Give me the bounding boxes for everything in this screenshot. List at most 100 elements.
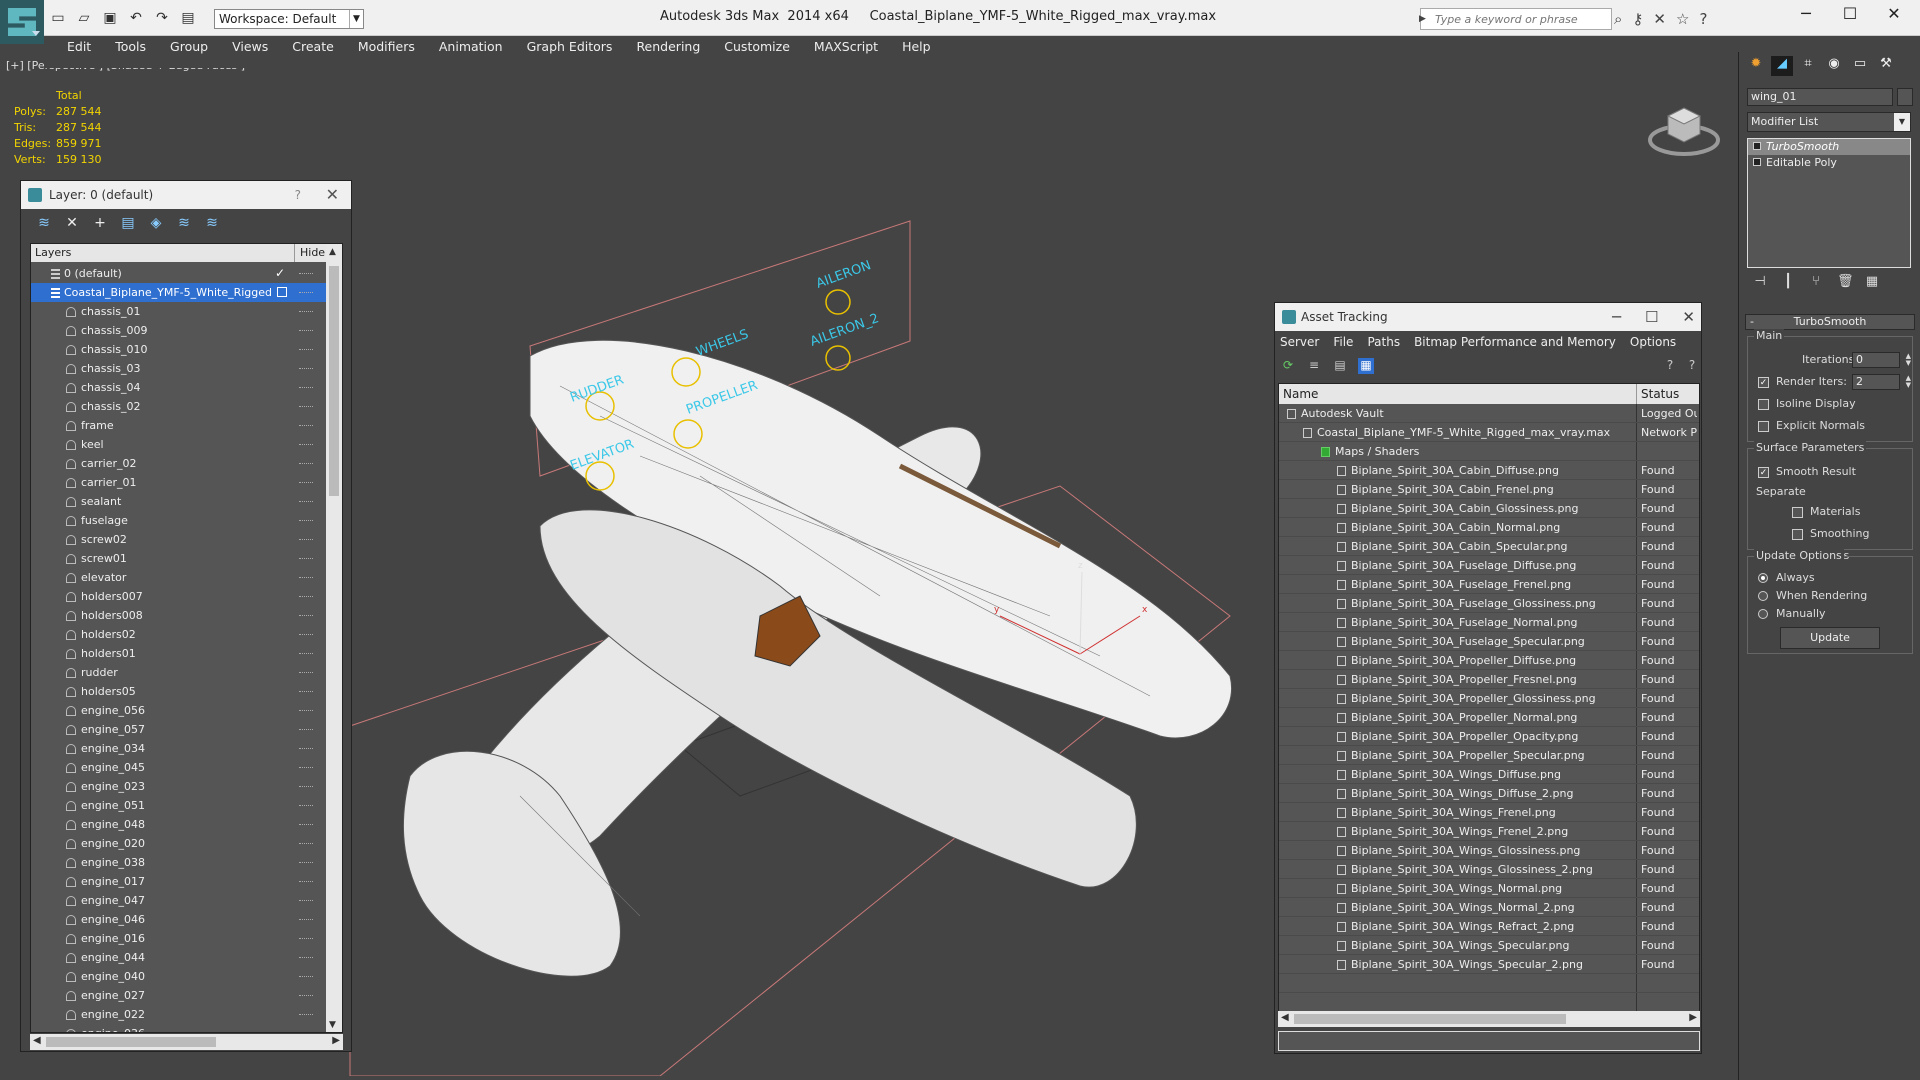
asset-row[interactable]: Biplane_Spirit_30A_Fuselage_Diffuse.png F…	[1279, 556, 1699, 575]
project-folder-icon[interactable]: ▤	[178, 8, 198, 28]
column-header-name[interactable]: Name	[1279, 384, 1637, 404]
asset-row[interactable]: Biplane_Spirit_30A_Wings_Diffuse_2.png Fo…	[1279, 784, 1699, 803]
hide-toggle[interactable]	[299, 349, 313, 350]
utilities-tab-icon[interactable]: ⚒	[1875, 56, 1897, 76]
manually-radio[interactable]	[1758, 609, 1768, 619]
hide-toggle[interactable]	[299, 482, 313, 483]
asset-row[interactable]: Biplane_Spirit_30A_Cabin_Frenel.png Found	[1279, 480, 1699, 499]
menu-customize[interactable]: Customize	[712, 36, 802, 68]
asset-horizontal-scrollbar[interactable]: ◀ ▶	[1278, 1011, 1700, 1027]
binoculars-icon[interactable]: ⌕	[1614, 10, 1622, 28]
render-iters-checkbox[interactable]: ✓	[1758, 377, 1769, 388]
configure-sets-icon[interactable]: ▦	[1865, 274, 1879, 298]
hide-toggle[interactable]	[299, 273, 313, 274]
layer-row[interactable]: chassis_010	[31, 340, 327, 359]
app-menu-button[interactable]	[0, 0, 44, 44]
asset-row[interactable]: Coastal_Biplane_YMF-5_White_Rigged_max_v…	[1279, 423, 1699, 442]
asset-row[interactable]: Biplane_Spirit_30A_Wings_Frenel.png Found	[1279, 803, 1699, 822]
asset-row[interactable]: Biplane_Spirit_30A_Propeller_Glossiness.…	[1279, 689, 1699, 708]
asset-row[interactable]: Biplane_Spirit_30A_Fuselage_Frenel.png Fo…	[1279, 575, 1699, 594]
layer-row[interactable]: chassis_03	[31, 359, 327, 378]
hide-toggle[interactable]	[299, 919, 313, 920]
chevron-right-icon[interactable]: ▶	[1689, 1012, 1697, 1023]
hide-toggle[interactable]	[299, 330, 313, 331]
hide-toggle[interactable]	[299, 938, 313, 939]
layer-row[interactable]: engine_057	[31, 720, 327, 739]
asset-row[interactable]: Biplane_Spirit_30A_Cabin_Diffuse.png Foun…	[1279, 461, 1699, 480]
menu-graph-editors[interactable]: Graph Editors	[515, 36, 625, 68]
layer-row[interactable]: chassis_009	[31, 321, 327, 340]
redo-icon[interactable]: ↷	[152, 8, 172, 28]
menu-group[interactable]: Group	[158, 36, 220, 68]
asset-row[interactable]: Biplane_Spirit_30A_Wings_Frenel_2.png Fou…	[1279, 822, 1699, 841]
asset-row[interactable]: Biplane_Spirit_30A_Propeller_Fresnel.png…	[1279, 670, 1699, 689]
hide-toggle[interactable]	[299, 444, 313, 445]
layer-row[interactable]: engine_051	[31, 796, 327, 815]
layer-row[interactable]: holders05	[31, 682, 327, 701]
asset-menu-options[interactable]: Options	[1630, 331, 1676, 353]
pin-stack-icon[interactable]: ⊣	[1753, 274, 1767, 298]
asset-row[interactable]: Biplane_Spirit_30A_Cabin_Normal.png Found	[1279, 518, 1699, 537]
hide-toggle[interactable]	[299, 976, 313, 977]
asset-row[interactable]: Biplane_Spirit_30A_Cabin_Glossiness.png F…	[1279, 499, 1699, 518]
menu-help[interactable]: Help	[890, 36, 943, 68]
hide-all-icon[interactable]: ≋	[175, 215, 193, 233]
layer-row[interactable]: engine_027	[31, 986, 327, 1005]
close-icon[interactable]: ✕	[326, 181, 339, 209]
hide-toggle[interactable]	[299, 425, 313, 426]
layer-row-selected[interactable]: Coastal_Biplane_YMF-5_White_Rigged	[31, 283, 327, 302]
chevron-up-icon[interactable]: ▲	[329, 247, 336, 257]
chevron-left-icon[interactable]: ◀	[1281, 1012, 1289, 1023]
layer-row[interactable]: screw02	[31, 530, 327, 549]
hide-toggle[interactable]	[299, 957, 313, 958]
asset-row[interactable]: Biplane_Spirit_30A_Fuselage_Normal.png Fo…	[1279, 613, 1699, 632]
current-layer-check-icon[interactable]: ✓	[275, 264, 285, 283]
close-button[interactable]: ✕	[1874, 4, 1914, 23]
layer-row[interactable]: elevator	[31, 568, 327, 587]
chevron-left-icon[interactable]: ◀	[33, 1035, 41, 1046]
refresh-icon[interactable]: ⟳	[1280, 358, 1296, 374]
render-iters-spinner[interactable]: 2 ▲ ▼	[1852, 374, 1911, 390]
layer-row[interactable]: carrier_01	[31, 473, 327, 492]
hide-toggle[interactable]	[299, 558, 313, 559]
stack-item-turbosmooth[interactable]: TurboSmooth	[1748, 139, 1910, 155]
asset-row[interactable]: Biplane_Spirit_30A_Wings_Refract_2.png Fo…	[1279, 917, 1699, 936]
exchange-icon[interactable]: ✕	[1653, 10, 1666, 28]
menu-maxscript[interactable]: MAXScript	[802, 36, 890, 68]
object-name-field[interactable]: wing_01	[1747, 88, 1893, 106]
viewcube-icon[interactable]	[1644, 86, 1724, 166]
hierarchy-tab-icon[interactable]: ⌗	[1797, 56, 1819, 76]
rollout-header[interactable]: - TurboSmooth	[1745, 314, 1915, 330]
asset-tracking-titlebar[interactable]: Asset Tracking ─ ☐ ✕	[1275, 303, 1701, 331]
hide-toggle[interactable]	[299, 881, 313, 882]
layer-row[interactable]: holders02	[31, 625, 327, 644]
layer-row[interactable]: chassis_04	[31, 378, 327, 397]
hide-toggle[interactable]	[299, 691, 313, 692]
chevron-down-icon[interactable]: ▼	[329, 1020, 336, 1030]
asset-row[interactable]: Biplane_Spirit_30A_Cabin_Specular.png Fou…	[1279, 537, 1699, 556]
create-layer-icon[interactable]: ≋	[35, 215, 53, 233]
display-tab-icon[interactable]: ▭	[1849, 56, 1871, 76]
save-icon[interactable]: ▣	[100, 8, 120, 28]
layer-row[interactable]: chassis_02	[31, 397, 327, 416]
key-icon[interactable]: ⚷	[1632, 10, 1643, 28]
aileron-helper[interactable]	[825, 289, 851, 315]
asset-row[interactable]: Biplane_Spirit_30A_Wings_Glossiness_2.pn…	[1279, 860, 1699, 879]
minimize-icon[interactable]: ─	[1612, 303, 1621, 331]
layer-row[interactable]: engine_046	[31, 910, 327, 929]
highlight-layer-icon[interactable]: ◈	[147, 215, 165, 233]
layer-row[interactable]: frame	[31, 416, 327, 435]
minimize-button[interactable]: ─	[1786, 4, 1826, 23]
motion-tab-icon[interactable]: ◉	[1823, 56, 1845, 76]
iterations-spinner[interactable]: 0 ▲ ▼	[1852, 352, 1911, 368]
asset-row[interactable]: Biplane_Spirit_30A_Wings_Specular_2.png F…	[1279, 955, 1699, 974]
layer-row[interactable]: engine_048	[31, 815, 327, 834]
asset-row[interactable]: Biplane_Spirit_30A_Propeller_Opacity.png…	[1279, 727, 1699, 746]
detail-view-icon[interactable]: ▤	[1332, 358, 1348, 374]
layer-row[interactable]: engine_022	[31, 1005, 327, 1024]
lightbulb-icon[interactable]	[1753, 142, 1761, 150]
layer-row[interactable]: holders008	[31, 606, 327, 625]
chevron-right-icon[interactable]: ▶	[1419, 14, 1426, 24]
hide-toggle[interactable]	[299, 748, 313, 749]
hide-toggle[interactable]	[299, 520, 313, 521]
